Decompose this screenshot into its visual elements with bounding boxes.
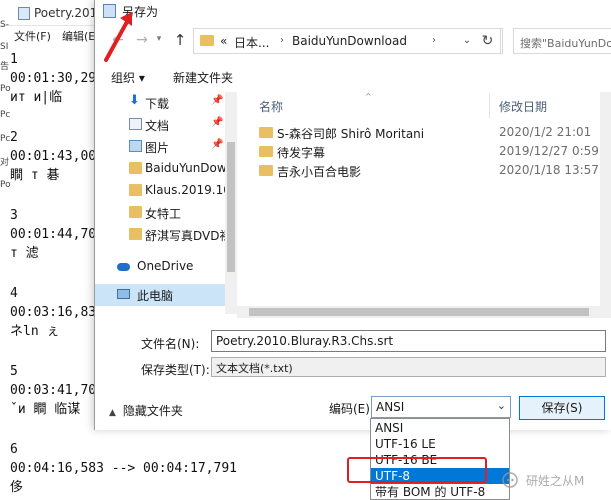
download-arrow-icon: ⬇ [129,93,140,108]
annotation-arrow-icon [104,12,132,62]
recent-locations-chevron-icon[interactable]: ▾ [153,34,165,50]
search-input[interactable]: 搜索"BaiduYunDo... [513,28,611,54]
text-line: 1 [10,52,18,67]
new-folder-button[interactable]: 新建文件夹 [173,69,233,86]
folder-icon [200,35,214,46]
encoding-select[interactable]: ANSI ⌄ [371,396,511,418]
encoding-option-ansi[interactable]: ANSI [371,420,509,436]
nav-item-folder[interactable]: Klaus.2019.108 [95,180,237,202]
column-header-name[interactable]: 名称 [259,98,283,115]
text-line: 00:01:44,708 [10,227,104,242]
nav-item-folder[interactable]: 女特工 [95,202,225,224]
save-button[interactable]: 保存(S) [519,396,605,420]
cloud-icon [117,263,130,271]
filetype-label: 保存类型(T): [141,363,210,377]
chevron-up-icon: ▲ [109,408,116,418]
text-line: 4 [10,286,18,301]
nav-item-this-pc[interactable]: 此电脑 [95,284,225,306]
picture-icon [129,140,142,152]
file-row[interactable]: 待发字幕 2019/12/27 0:59 [243,142,603,161]
folder-icon [259,127,273,138]
organize-button[interactable]: 组织 ▾ [111,69,145,86]
column-header-date[interactable]: 修改日期 [499,98,547,115]
breadcrumb-item[interactable]: BaiduYunDownload [292,34,407,48]
text-line: 6 [10,442,18,457]
notepad-icon [18,7,30,20]
file-list-horizontal-scrollbar[interactable] [237,306,611,318]
column-divider[interactable] [489,94,490,118]
nav-item-documents[interactable]: 文档 📌 [95,114,225,136]
refresh-icon[interactable]: ↻ [475,28,501,54]
text-line: 00:01:30,292 [10,71,104,86]
hide-folders-label: 隐藏文件夹 [122,404,183,418]
file-list: ^ 名称 修改日期 S-森谷司郎 Shirô Moritani 2020/1/2… [243,92,611,314]
text-line: ネln ぇ [10,324,60,339]
file-row[interactable]: 吉永小百合电影 2020/1/18 13:57 [243,161,603,180]
filename-label: 文件名(N): [141,337,200,351]
file-list-header: ^ 名称 修改日期 [243,92,611,118]
computer-icon [117,289,130,299]
text-line: 00:03:41,708 [10,383,104,398]
folder-icon [259,146,273,157]
text-line: 00:04:16,583 --> 00:04:17,791 [10,461,237,476]
text-line: 侈 [10,480,24,495]
breadcrumb-item[interactable]: 日本... [234,34,269,51]
folder-icon [129,228,142,240]
save-as-dialog: 另存为 ← → ▾ ↑ « 日本... › BaiduYunDownload ›… [94,0,611,430]
chevron-down-icon: ⌄ [496,399,506,412]
dialog-toolbar: 组织 ▾ 新建文件夹 [95,60,611,92]
nav-item-folder[interactable]: BaiduYunDown [95,158,234,180]
text-line: 瞷 т 碁 [10,168,60,183]
folder-icon [129,162,142,174]
folder-icon [259,165,273,176]
address-dropdown-icon[interactable]: ⌄ [457,28,477,54]
scrollbar-thumb[interactable] [227,142,235,272]
pin-icon: 📌 [211,139,224,150]
nav-item-folder[interactable]: 舒淇写真DVD裸 [95,224,231,246]
file-row[interactable]: S-森谷司郎 Shirô Moritani 2020/1/2 21:01 [243,123,603,142]
pin-icon: 📌 [211,117,224,128]
scrollbar-thumb[interactable] [249,308,589,316]
text-line: 00:01:43,000 [10,149,104,164]
nav-item-pictures[interactable]: 图片 📌 [95,136,225,158]
text-line: 5 [10,364,18,379]
annotation-highlight-box [347,457,487,483]
navigation-pane: ⬇ 下载 📌 文档 📌 图片 📌 BaiduYunDown Klaus.2019… [95,92,237,314]
encoding-label: 编码(E): [329,402,374,416]
chevron-right-icon[interactable]: › [432,35,436,46]
text-line: 00:03:16,833 [10,305,104,320]
nav-pane-scrollbar[interactable] [225,92,237,314]
watermark-text: 研姓之从M [526,474,585,488]
text-line: 3 [10,208,18,223]
search-placeholder: 搜索"BaiduYunDo... [520,37,611,50]
encoding-option-utf16le[interactable]: UTF-16 LE [371,436,509,452]
text-line: т 滤 [10,246,39,261]
file-list-vertical-scrollbar[interactable] [600,92,611,306]
up-arrow-icon[interactable]: ↑ [171,31,189,51]
chevron-right-icon[interactable]: › [280,35,284,46]
text-line: 2 [10,130,18,145]
watermark-logo-icon [502,472,518,488]
folder-icon [129,206,142,218]
pin-icon: 📌 [211,95,224,106]
encoding-option-utf8-bom[interactable]: 带有 BOM 的 UTF-8 [371,484,509,500]
text-line: ˇи 瞷 临谋 [10,402,81,417]
hide-folders-toggle[interactable]: ▲ 隐藏文件夹 [109,402,183,419]
encoding-selected-value: ANSI [376,400,405,414]
sort-up-icon: ^ [365,92,372,101]
nav-item-downloads[interactable]: ⬇ 下载 📌 [95,92,225,114]
filename-input[interactable]: Poetry.2010.Bluray.R3.Chs.srt [211,330,606,352]
dialog-titlebar[interactable]: 另存为 [95,0,611,22]
folder-icon [129,184,142,196]
document-icon [129,118,142,130]
breadcrumb-overflow[interactable]: « [220,34,227,48]
text-line: ит и|临 [10,90,63,105]
filetype-select[interactable]: 文本文档(*.txt) [211,357,606,377]
menu-file[interactable]: 文件(F) [14,28,51,44]
nav-item-onedrive[interactable]: OneDrive [95,256,225,278]
